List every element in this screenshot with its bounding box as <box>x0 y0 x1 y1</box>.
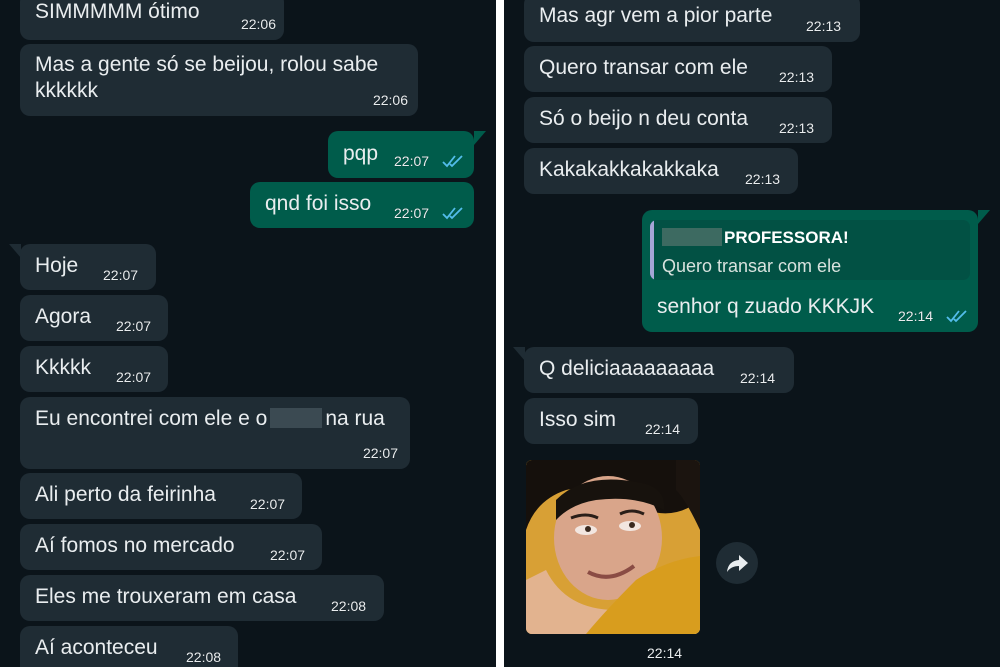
quoted-message[interactable]: PROFESSORA! Quero transar com ele <box>650 220 970 280</box>
quote-author: PROFESSORA! <box>662 225 849 251</box>
message-bubble[interactable]: Quero transar com ele 22:13 <box>524 46 832 92</box>
double-check-icon <box>946 310 967 323</box>
redacted-name <box>270 408 323 428</box>
message-time: 22:06 <box>240 16 276 32</box>
message-text: Agora <box>35 305 92 328</box>
double-check-icon <box>442 155 463 168</box>
message-time: 22:06 <box>372 92 408 108</box>
message-text: pqp <box>343 142 379 165</box>
message-bubble[interactable]: Eles me trouxeram em casa 22:08 <box>20 575 384 621</box>
message-time: 22:13 <box>806 18 842 34</box>
message-bubble[interactable]: Aí aconteceu 22:08 <box>20 626 238 667</box>
message-text: Mas agr vem a pior parte <box>539 4 773 27</box>
message-text: Aí fomos no mercado <box>35 534 235 557</box>
redacted-name <box>662 228 722 246</box>
message-text: Eles me trouxeram em casa <box>35 585 297 608</box>
message-bubble-outgoing[interactable]: qnd foi isso 22:07 <box>250 182 474 228</box>
message-text: SIMMMMM ótimo <box>35 0 200 23</box>
message-time: 22:14 <box>740 370 776 386</box>
message-text: Hoje <box>35 254 79 277</box>
quote-author-label: PROFESSORA! <box>724 228 849 247</box>
message-text-before: Eu encontrei com ele e o <box>35 407 268 430</box>
message-time: 22:07 <box>250 496 286 512</box>
message-bubble[interactable]: Isso sim 22:14 <box>524 398 698 444</box>
message-text: Isso sim <box>539 408 617 431</box>
message-bubble[interactable]: Q deliciaaaaaaaaa 22:14 <box>524 347 794 393</box>
forward-button[interactable] <box>716 542 758 584</box>
chat-panel-right: Mas agr vem a pior parte 22:13 Quero tra… <box>504 0 1000 667</box>
panel-divider <box>496 0 504 667</box>
message-text: Eu encontrei com ele e o na rua <box>35 406 385 432</box>
message-text-after: na rua <box>325 407 385 430</box>
message-bubble-outgoing[interactable]: pqp 22:07 <box>328 131 474 178</box>
message-time: 22:07 <box>116 369 152 385</box>
message-time: 22:08 <box>186 649 222 665</box>
forward-arrow-icon <box>727 555 748 572</box>
message-bubble[interactable]: Agora 22:07 <box>20 295 168 341</box>
message-bubble[interactable]: Mas a gente só se beijou, rolou sabe kkk… <box>20 44 418 116</box>
double-check-icon <box>442 207 463 220</box>
message-bubble[interactable]: Só o beijo n deu conta 22:13 <box>524 97 832 143</box>
message-bubble[interactable]: Aí fomos no mercado 22:07 <box>20 524 322 570</box>
message-bubble[interactable]: Eu encontrei com ele e o na rua 22:07 <box>20 397 410 469</box>
quote-text: Quero transar com ele <box>662 256 842 276</box>
message-text: Quero transar com ele <box>539 56 748 79</box>
message-time: 22:07 <box>103 267 139 283</box>
message-text: qnd foi isso <box>265 192 372 215</box>
message-bubble[interactable]: Hoje 22:07 <box>20 244 156 290</box>
message-text: Kkkkk <box>35 356 92 379</box>
bubble-tail <box>474 131 486 145</box>
message-bubble[interactable]: Mas agr vem a pior parte 22:13 <box>524 0 860 42</box>
message-bubble[interactable]: Kkkkk 22:07 <box>20 346 168 392</box>
message-text: Aí aconteceu <box>35 636 158 659</box>
message-bubble-outgoing[interactable]: PROFESSORA! Quero transar com ele senhor… <box>642 210 978 332</box>
message-text: Kakakakkakakkaka <box>539 158 719 181</box>
message-text: Mas a gente só se beijou, rolou sabe <box>35 53 379 76</box>
message-text: Q deliciaaaaaaaaa <box>539 357 715 380</box>
message-time: 22:13 <box>779 120 815 136</box>
message-time: 22:13 <box>779 69 815 85</box>
message-time: 22:08 <box>331 598 367 614</box>
message-time: 22:07 <box>270 547 306 563</box>
message-time: 22:14 <box>898 308 934 324</box>
message-time: 22:14 <box>647 645 683 661</box>
message-text: Só o beijo n deu conta <box>539 107 748 130</box>
message-time: 22:07 <box>394 205 430 221</box>
message-time: 22:07 <box>116 318 152 334</box>
message-bubble[interactable]: Kakakakkakakkaka 22:13 <box>524 148 798 194</box>
quote-bar <box>650 220 654 280</box>
message-time: 22:14 <box>645 421 681 437</box>
message-time: 22:07 <box>394 153 430 169</box>
photo-image <box>526 460 700 634</box>
message-text-line2: kkkkkk <box>35 79 98 102</box>
message-text: senhor q zuado KKKJK <box>657 295 875 318</box>
bubble-tail <box>978 210 990 224</box>
message-bubble[interactable]: SIMMMMM ótimo 22:06 <box>20 0 284 40</box>
message-text: Ali perto da feirinha <box>35 483 216 506</box>
message-time: 22:07 <box>362 445 398 461</box>
message-time: 22:13 <box>745 171 781 187</box>
chat-panel-left: SIMMMMM ótimo 22:06 Mas a gente só se be… <box>0 0 496 667</box>
sticker-photo[interactable] <box>526 460 700 634</box>
message-bubble[interactable]: Ali perto da feirinha 22:07 <box>20 473 302 519</box>
